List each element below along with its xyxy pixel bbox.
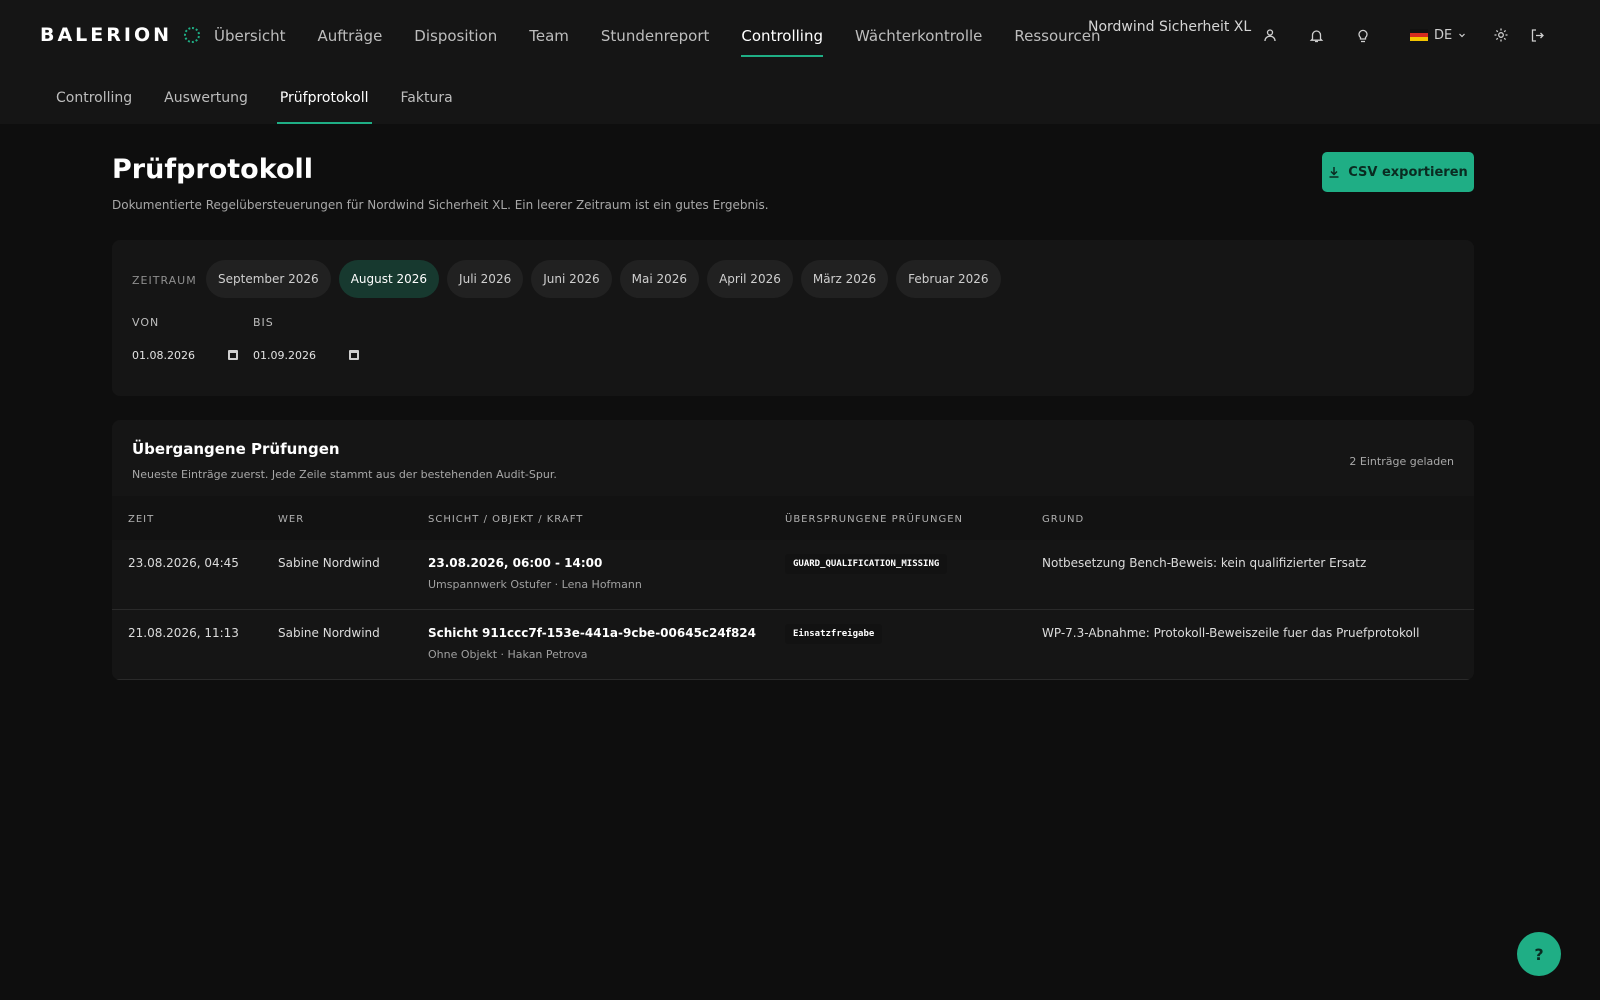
period-chips: September 2026 August 2026 Juli 2026 Jun…: [206, 260, 1001, 298]
from-date-input[interactable]: 01.08.2026: [132, 340, 238, 370]
table-title: Übergangene Prüfungen: [132, 440, 340, 458]
period-label: ZEITRAUM: [132, 274, 197, 287]
page-subtitle: Dokumentierte Regelübersteuerungen für N…: [112, 198, 769, 212]
table-row[interactable]: 23.08.2026, 04:45 Sabine Nordwind 23.08.…: [112, 540, 1474, 610]
logo-text: BALERION: [40, 24, 173, 46]
help-button[interactable]: ?: [1517, 932, 1561, 976]
calendar-icon[interactable]: [228, 350, 238, 360]
row-shift-meta: Ohne Objekt · Hakan Petrova: [428, 648, 588, 661]
row-shift-meta: Umspannwerk Ostufer · Lena Hofmann: [428, 578, 642, 591]
period-chip-mai-2026[interactable]: Mai 2026: [619, 260, 700, 298]
german-flag-icon: [1410, 29, 1428, 41]
organization-name: Nordwind Sicherheit XL: [1088, 19, 1252, 35]
period-chip-april-2026[interactable]: April 2026: [707, 260, 793, 298]
skipped-check-badge: GUARD_QUALIFICATION_MISSING: [785, 554, 948, 574]
row-who: Sabine Nordwind: [278, 556, 380, 570]
to-label: BIS: [253, 316, 274, 329]
logout-icon[interactable]: [1526, 24, 1548, 46]
nav-item-disposition[interactable]: Disposition: [398, 0, 513, 72]
nav-item-waechterkontrolle[interactable]: Wächterkontrolle: [839, 0, 998, 72]
chevron-down-icon: [1459, 33, 1466, 38]
entries-count: 2 Einträge geladen: [1349, 455, 1454, 468]
period-chip-august-2026[interactable]: August 2026: [338, 260, 440, 298]
to-date-input[interactable]: 01.09.2026: [253, 340, 359, 370]
tab-controlling[interactable]: Controlling: [40, 72, 148, 124]
column-header-reason: GRUND: [1042, 514, 1085, 525]
from-label: VON: [132, 316, 160, 329]
nav-item-uebersicht[interactable]: Übersicht: [198, 0, 302, 72]
column-header-skipped-checks: ÜBERSPRUNGENE PRÜFUNGEN: [785, 514, 964, 525]
column-header-who: WER: [278, 514, 305, 525]
table-header: ZEIT WER SCHICHT / OBJEKT / KRAFT ÜBERSP…: [112, 496, 1474, 540]
csv-export-label: CSV exportieren: [1348, 164, 1468, 180]
nav-item-auftraege[interactable]: Aufträge: [302, 0, 399, 72]
row-shift: 23.08.2026, 06:00 - 14:00: [428, 556, 603, 570]
period-chip-maerz-2026[interactable]: März 2026: [800, 260, 889, 298]
tab-pruefprotokoll[interactable]: Prüfprotokoll: [264, 72, 385, 124]
period-chip-februar-2026[interactable]: Februar 2026: [896, 260, 1001, 298]
nav-item-team[interactable]: Team: [513, 0, 585, 72]
period-chip-juni-2026[interactable]: Juni 2026: [531, 260, 612, 298]
top-bar: BALERION Übersicht Aufträge Disposition …: [0, 0, 1600, 72]
calendar-icon[interactable]: [349, 350, 359, 360]
row-reason: WP-7.3-Abnahme: Protokoll-Beweiszeile fu…: [1042, 626, 1420, 640]
language-select[interactable]: DE: [1410, 24, 1466, 46]
period-chip-september-2026[interactable]: September 2026: [206, 260, 331, 298]
gear-icon[interactable]: [1490, 24, 1512, 46]
table-subtitle: Neueste Einträge zuerst. Jede Zeile stam…: [132, 468, 557, 481]
from-date-value: 01.08.2026: [132, 348, 195, 362]
tab-auswertung[interactable]: Auswertung: [148, 72, 264, 124]
period-chip-juli-2026[interactable]: Juli 2026: [447, 260, 524, 298]
page-title: Prüfprotokoll: [112, 154, 314, 185]
table-row[interactable]: 21.08.2026, 11:13 Sabine Nordwind Schich…: [112, 610, 1474, 680]
main-nav: Übersicht Aufträge Disposition Team Stun…: [198, 0, 1117, 72]
column-header-time: ZEIT: [128, 514, 155, 525]
csv-export-button[interactable]: CSV exportieren: [1322, 152, 1474, 192]
row-time: 21.08.2026, 11:13: [128, 626, 239, 640]
bell-icon[interactable]: [1305, 24, 1327, 46]
tab-faktura[interactable]: Faktura: [385, 72, 469, 124]
skipped-check-badge: Einsatzfreigabe: [785, 624, 883, 644]
nav-item-controlling[interactable]: Controlling: [725, 0, 839, 72]
to-date-value: 01.09.2026: [253, 348, 316, 362]
column-header-shift: SCHICHT / OBJEKT / KRAFT: [428, 514, 584, 525]
lightbulb-icon[interactable]: [1352, 24, 1374, 46]
period-filter-card: ZEITRAUM September 2026 August 2026 Juli…: [112, 240, 1474, 396]
download-icon: [1329, 167, 1339, 178]
user-icon[interactable]: [1259, 24, 1281, 46]
logo[interactable]: BALERION: [40, 24, 201, 46]
skipped-checks-table-card: Übergangene Prüfungen Neueste Einträge z…: [112, 420, 1474, 680]
nav-item-stundenreport[interactable]: Stundenreport: [585, 0, 726, 72]
sub-nav: Controlling Auswertung Prüfprotokoll Fak…: [0, 72, 1600, 124]
row-time: 23.08.2026, 04:45: [128, 556, 239, 570]
row-shift: Schicht 911ccc7f-153e-441a-9cbe-00645c24…: [428, 626, 757, 640]
row-reason: Notbesetzung Bench-Beweis: kein qualifiz…: [1042, 556, 1367, 570]
nav-item-ressourcen[interactable]: Ressourcen: [998, 0, 1116, 72]
language-label: DE: [1434, 27, 1453, 43]
row-who: Sabine Nordwind: [278, 626, 380, 640]
